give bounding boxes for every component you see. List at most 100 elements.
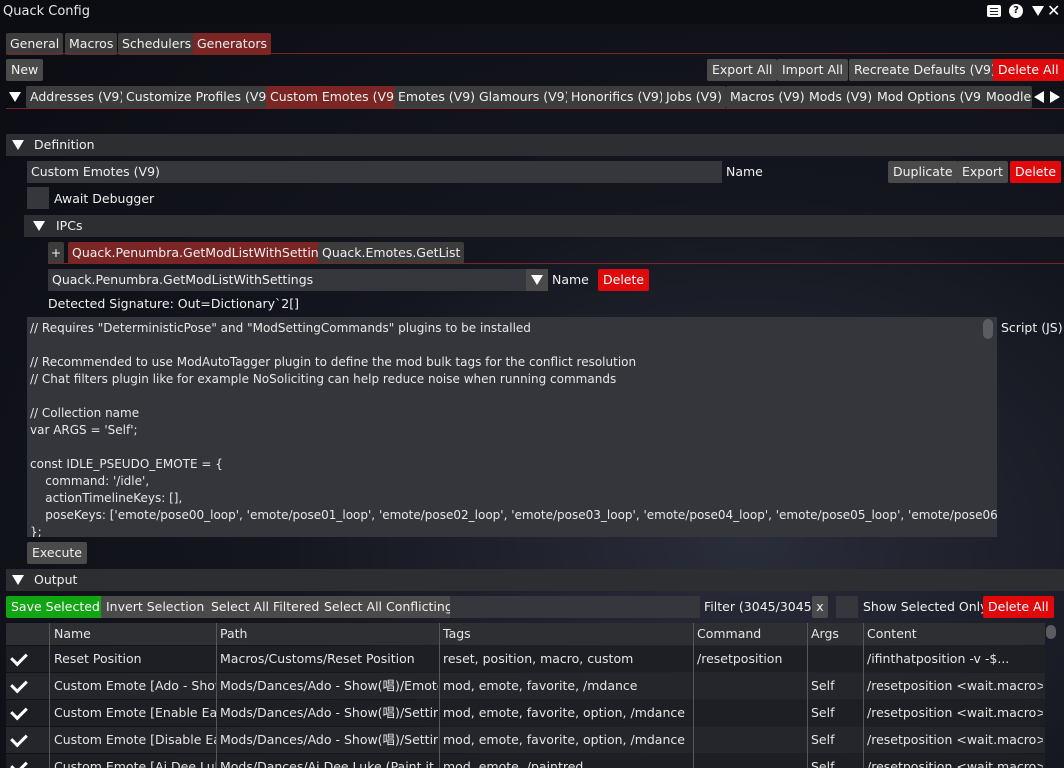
tab-schedulers[interactable]: Schedulers	[118, 33, 196, 55]
col-header-tags[interactable]: Tags	[439, 623, 693, 645]
cell-content: /resetposition <wait.macro>...	[867, 678, 1043, 693]
ipc-tab-penumbra[interactable]: Quack.Penumbra.GetModListWithSettings	[68, 242, 338, 264]
cell-command: /resetposition	[697, 651, 783, 666]
script-editor[interactable]: // Requires "DeterministicPose" and "Mod…	[27, 317, 997, 537]
tab-generators[interactable]: Generators	[193, 33, 271, 55]
ipcs-header-label: IPCs	[56, 218, 83, 233]
table-row[interactable]: Reset Position Macros/Customs/Reset Posit…	[6, 646, 1045, 672]
recreate-defaults-button[interactable]: Recreate Defaults (V9)	[849, 59, 1001, 81]
export-button[interactable]: Export	[957, 161, 1008, 183]
table-row[interactable]: Custom Emote [Disable EarW Mods/Dances/Ad…	[6, 727, 1045, 753]
cell-name: Custom Emote [Ai Dee Luke	[54, 759, 216, 768]
gen-tab-honorifics[interactable]: Honorifics (V9)	[567, 86, 668, 108]
row-checkbox[interactable]	[10, 649, 30, 669]
row-checkbox[interactable]	[10, 703, 30, 723]
gen-tab-custom-emotes[interactable]: Custom Emotes (V9)	[266, 86, 403, 108]
definition-header[interactable]: Definition	[6, 134, 1064, 156]
output-table: Name Path Tags Command Args Content Rese…	[6, 623, 1045, 768]
title-bar: Quack Config ? ✕	[0, 0, 1064, 24]
delete-button[interactable]: Delete	[1010, 161, 1062, 183]
script-line: // Chat filters plugin like for example …	[30, 372, 617, 386]
filter-clear-button[interactable]: x	[812, 596, 828, 618]
gen-tab-addresses[interactable]: Addresses (V9)	[26, 86, 129, 108]
row-checkbox[interactable]	[10, 757, 30, 768]
window-title: Quack Config	[3, 4, 90, 19]
gen-tab-moodles[interactable]: Moodles	[982, 86, 1032, 108]
col-header-content[interactable]: Content	[863, 623, 1043, 645]
execute-button[interactable]: Execute	[27, 542, 87, 564]
row-checkbox[interactable]	[10, 730, 30, 750]
gen-tab-mods[interactable]: Mods (V9)	[805, 86, 877, 108]
add-ipc-button[interactable]: +	[48, 242, 64, 264]
cell-path: Macros/Customs/Reset Position	[220, 651, 415, 666]
name-label: Name	[726, 164, 763, 179]
col-header-name[interactable]: Name	[50, 623, 218, 645]
show-selected-only-checkbox[interactable]	[836, 596, 858, 618]
scroll-right-icon[interactable]	[1050, 91, 1060, 103]
cell-path: Mods/Dances/Ai Dee Luke (Paint it Red	[220, 759, 438, 768]
export-all-button[interactable]: Export All	[707, 59, 778, 81]
table-row[interactable]: Custom Emote [Ai Dee Luke Mods/Dances/Ai …	[6, 754, 1045, 768]
generator-name-input[interactable]: Custom Emotes (V9)	[27, 161, 722, 183]
invert-selection-button[interactable]: Invert Selection	[101, 596, 210, 618]
script-line	[27, 439, 997, 456]
gen-tab-jobs[interactable]: Jobs (V9)	[662, 86, 727, 108]
collapse-triangle-icon	[33, 221, 45, 231]
ipcs-header[interactable]: IPCs	[24, 215, 1064, 237]
table-row[interactable]: Custom Emote [Enable EarW Mods/Dances/Ado…	[6, 700, 1045, 726]
ipc-delete-button[interactable]: Delete	[598, 269, 650, 291]
cell-args: Self	[811, 732, 835, 747]
collapse-triangle-icon	[12, 575, 24, 585]
table-row[interactable]: Custom Emote [Ado - Show(唱) Mods/Dances/A…	[6, 673, 1045, 699]
close-icon[interactable]: ✕	[1047, 3, 1060, 19]
scroll-left-icon[interactable]	[1034, 91, 1044, 103]
tab-general[interactable]: General	[6, 33, 64, 55]
filter-input[interactable]	[450, 596, 700, 618]
help-icon[interactable]: ?	[1009, 4, 1023, 18]
script-scrollbar[interactable]	[983, 319, 993, 339]
cell-command	[693, 729, 807, 751]
cell-path: Mods/Dances/Ado - Show(唱)/Emotes/	[220, 678, 438, 693]
cell-tags: mod, emote, favorite, option, /mdance	[443, 705, 685, 720]
output-header[interactable]: Output	[6, 569, 1064, 591]
new-button[interactable]: New	[6, 59, 44, 81]
list-icon[interactable]	[987, 5, 1001, 17]
select-all-filtered-button[interactable]: Select All Filtered	[206, 596, 325, 618]
tab-list-dropdown-icon[interactable]	[9, 92, 21, 102]
gen-tab-emotes[interactable]: Emotes (V9)	[394, 86, 480, 108]
cell-content: /resetposition <wait.macro>...	[867, 759, 1043, 768]
triangle-down-icon[interactable]	[1032, 6, 1044, 16]
delete-all-button[interactable]: Delete All	[993, 59, 1064, 81]
script-line: };	[30, 525, 42, 537]
gen-tab-customize-profiles[interactable]: Customize Profiles (V9)	[122, 86, 276, 108]
import-all-button[interactable]: Import All	[777, 59, 848, 81]
detected-signature: Detected Signature: Out=Dictionary`2[]	[48, 296, 299, 311]
col-header-path[interactable]: Path	[216, 623, 438, 645]
gen-tab-macros[interactable]: Macros (V9)	[726, 86, 809, 108]
script-line: var ARGS = 'Self';	[30, 423, 138, 437]
select-all-conflicting-button[interactable]: Select All Conflicting	[319, 596, 458, 618]
gen-tab-mod-options[interactable]: Mod Options (V9)	[873, 86, 990, 108]
ipc-select[interactable]: Quack.Penumbra.GetModListWithSettings	[48, 269, 548, 291]
gen-tab-glamours[interactable]: Glamours (V9)	[475, 86, 574, 108]
cell-args: Self	[811, 759, 835, 768]
cell-command	[693, 756, 807, 768]
cell-tags: reset, position, macro, custom	[443, 651, 634, 666]
duplicate-button[interactable]: Duplicate	[888, 161, 958, 183]
table-scrollbar[interactable]	[1046, 625, 1056, 639]
row-checkbox[interactable]	[10, 676, 30, 696]
cell-args: Self	[811, 678, 835, 693]
script-line: // Requires "DeterministicPose" and "Mod…	[30, 321, 531, 335]
save-selected-button[interactable]: Save Selected	[6, 596, 105, 618]
collapse-triangle-icon	[12, 140, 24, 150]
ipc-tab-emotes[interactable]: Quack.Emotes.GetList	[318, 242, 465, 264]
output-header-label: Output	[34, 572, 78, 587]
cell-name: Custom Emote [Disable EarW	[54, 732, 216, 747]
col-header-args[interactable]: Args	[807, 623, 863, 645]
tab-macros[interactable]: Macros	[65, 33, 118, 55]
col-header-command[interactable]: Command	[693, 623, 807, 645]
await-debugger-checkbox[interactable]	[27, 187, 49, 209]
script-lines: // Requires "DeterministicPose" and "Mod…	[27, 317, 997, 537]
output-delete-all-button[interactable]: Delete All	[983, 596, 1054, 618]
script-line: poseKeys: ['emote/pose00_loop', 'emote/p…	[30, 508, 997, 522]
